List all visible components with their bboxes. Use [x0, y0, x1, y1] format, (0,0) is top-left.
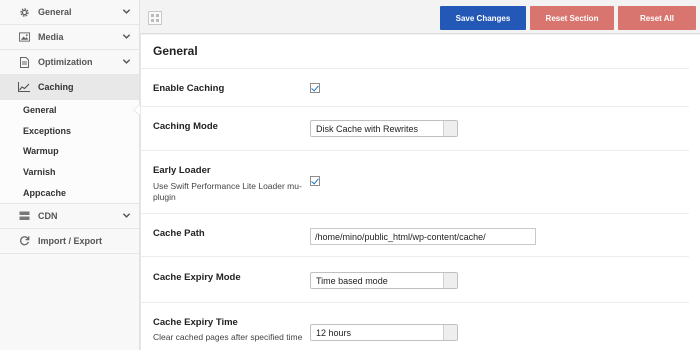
setting-label: Enable Caching: [153, 83, 225, 94]
reset-all-button[interactable]: Reset All: [618, 6, 696, 30]
section-title: General: [153, 44, 198, 58]
subnav-item-label: Appcache: [23, 187, 67, 198]
subnav-item-appcache[interactable]: Appcache: [0, 182, 139, 203]
sidebar-item-cdn[interactable]: CDN: [0, 204, 139, 229]
sidebar-item-label: Caching: [38, 82, 74, 92]
caching-mode-select[interactable]: Disk Cache with Rewrites: [310, 120, 458, 137]
setting-label: Cache Expiry Time: [153, 317, 238, 328]
checkmark-icon: [311, 83, 319, 92]
select-value: Time based mode: [316, 275, 388, 286]
dropdown-arrow-icon: [443, 121, 457, 136]
grid-icon[interactable]: [148, 11, 162, 25]
setting-row-cache-expiry-mode: Cache Expiry Mode Time based mode: [141, 256, 689, 302]
cache-expiry-time-select[interactable]: 12 hours: [310, 324, 458, 341]
sidebar-item-caching[interactable]: Caching: [0, 75, 139, 100]
chart-icon: [17, 82, 31, 92]
setting-row-cache-path: Cache Path /home/mino/public_html/wp-con…: [141, 213, 689, 256]
sidebar-item-import-export[interactable]: Import / Export: [0, 229, 139, 254]
document-icon: [17, 56, 31, 68]
sidebar-item-optimization[interactable]: Optimization: [0, 50, 139, 75]
sidebar-item-label: General: [38, 7, 72, 17]
dropdown-arrow-icon: [443, 273, 457, 288]
setting-label: Cache Path: [153, 228, 205, 239]
checkmark-icon: [311, 176, 319, 185]
subnav-item-label: Varnish: [23, 167, 56, 178]
select-value: Disk Cache with Rewrites: [316, 123, 419, 134]
setting-row-early-loader: Early Loader Use Swift Performance Lite …: [141, 150, 689, 213]
subnav-item-varnish[interactable]: Varnish: [0, 162, 139, 183]
setting-label: Cache Expiry Mode: [153, 272, 241, 283]
setting-description: Clear cached pages after specified time: [153, 332, 303, 342]
sidebar-item-label: Media: [38, 32, 64, 42]
reset-section-button[interactable]: Reset Section: [530, 6, 614, 30]
sidebar-item-label: Import / Export: [38, 235, 103, 246]
early-loader-checkbox[interactable]: [310, 176, 320, 186]
refresh-icon: [17, 235, 31, 246]
setting-row-cache-expiry-time: Cache Expiry Time Clear cached pages aft…: [141, 302, 689, 350]
enable-caching-checkbox[interactable]: [310, 83, 320, 93]
sidebar-item-label: Optimization: [38, 57, 93, 67]
gear-icon: [17, 7, 31, 18]
setting-label: Caching Mode: [153, 121, 218, 132]
chevron-down-icon: [122, 32, 131, 43]
subnav-item-general[interactable]: General: [0, 100, 140, 121]
chevron-down-icon: [122, 57, 131, 68]
subnav-item-label: General: [23, 105, 57, 116]
select-value: 12 hours: [316, 327, 352, 338]
dropdown-arrow-icon: [443, 325, 457, 340]
sidebar-item-label: CDN: [38, 210, 58, 221]
server-icon: [17, 211, 31, 221]
cache-expiry-mode-select[interactable]: Time based mode: [310, 272, 458, 289]
chevron-down-icon: [122, 211, 131, 222]
sidebar-item-general[interactable]: General: [0, 0, 139, 25]
setting-row-caching-mode: Caching Mode Disk Cache with Rewrites: [141, 106, 689, 150]
settings-sidebar: General Media Optimization Caching Gener…: [0, 0, 140, 350]
subnav-item-label: Warmup: [23, 146, 59, 157]
setting-row-enable-caching: Enable Caching: [141, 68, 689, 106]
save-changes-button[interactable]: Save Changes: [440, 6, 526, 30]
sidebar-item-media[interactable]: Media: [0, 25, 139, 50]
subnav-item-label: Exceptions: [23, 125, 72, 136]
subnav-item-exceptions[interactable]: Exceptions: [0, 121, 139, 142]
image-icon: [17, 32, 31, 42]
caching-subnav: General Exceptions Warmup Varnish Appcac…: [0, 100, 140, 204]
cache-path-input[interactable]: /home/mino/public_html/wp-content/cache/: [310, 228, 536, 245]
setting-description: Use Swift Performance Lite Loader mu-plu…: [153, 181, 302, 202]
top-toolbar: Save Changes Reset Section Reset All: [140, 0, 700, 34]
settings-panel: General Enable Caching Caching Mode Disk…: [140, 35, 700, 350]
setting-label: Early Loader: [153, 165, 211, 176]
subnav-item-warmup[interactable]: Warmup: [0, 141, 139, 162]
settings-main: Save Changes Reset Section Reset All Gen…: [140, 0, 700, 350]
chevron-down-icon: [122, 7, 131, 18]
